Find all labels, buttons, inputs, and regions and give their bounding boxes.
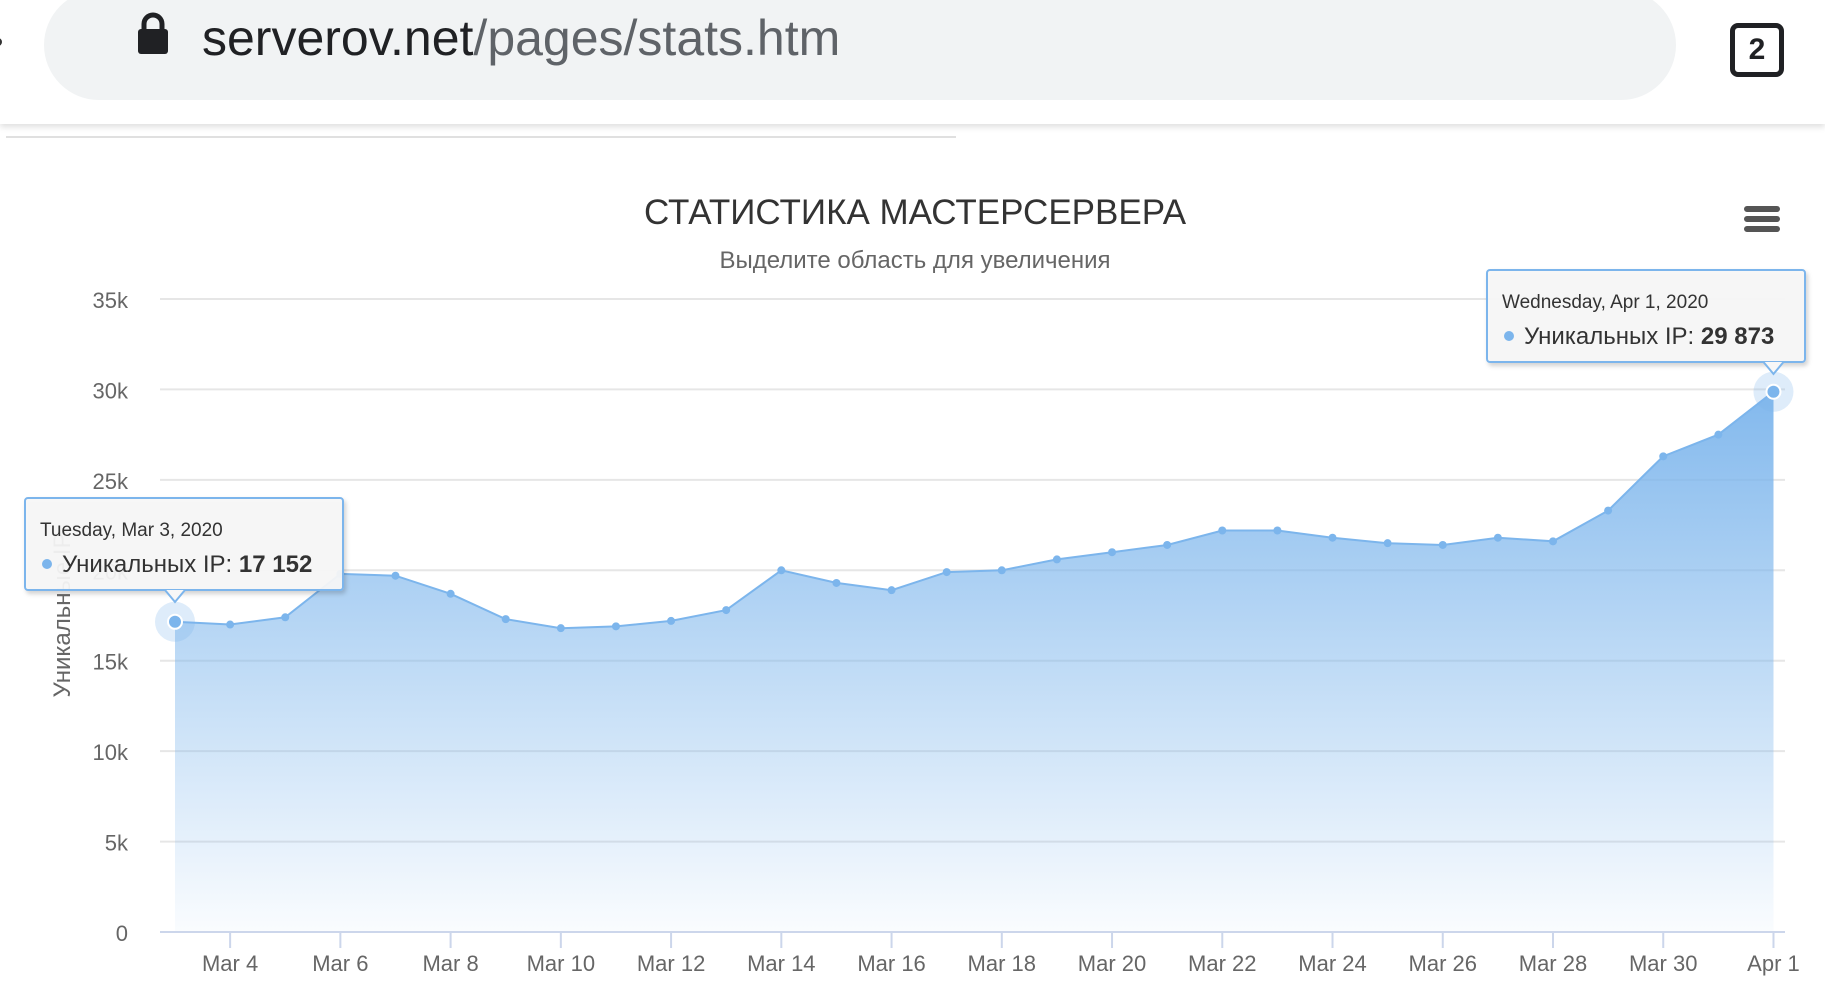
highlight-point[interactable] bbox=[1765, 383, 1782, 400]
data-point[interactable] bbox=[777, 566, 786, 575]
x-tick-label: Mar 28 bbox=[1519, 951, 1587, 976]
data-point[interactable] bbox=[611, 622, 620, 631]
data-point[interactable] bbox=[501, 615, 510, 624]
x-tick-label: Mar 22 bbox=[1188, 951, 1256, 976]
x-tick-label: Mar 12 bbox=[637, 951, 705, 976]
tooltip-pointer bbox=[1762, 361, 1785, 376]
x-tick-label: Apr 1 bbox=[1747, 951, 1800, 976]
data-point[interactable] bbox=[722, 606, 731, 615]
url-domain: serverov.net bbox=[202, 10, 474, 66]
x-tick-label: Mar 14 bbox=[747, 951, 815, 976]
data-point[interactable] bbox=[281, 613, 290, 622]
y-tick-label: 25k bbox=[93, 469, 129, 494]
tooltip-label: Уникальных IP: 29 873 bbox=[1524, 323, 1774, 350]
x-tick-label: Mar 4 bbox=[202, 951, 258, 976]
x-tick-label: Mar 10 bbox=[527, 951, 595, 976]
data-point[interactable] bbox=[1328, 533, 1337, 542]
chart-subtitle: Выделите область для увеличения bbox=[719, 247, 1110, 274]
data-point[interactable] bbox=[1714, 430, 1723, 439]
x-tick-label: Mar 8 bbox=[422, 951, 478, 976]
chart-title: СТАТИСТИКА МАСТЕРСЕРВЕРА bbox=[644, 193, 1187, 232]
lock-icon bbox=[138, 12, 168, 54]
data-point[interactable] bbox=[1163, 540, 1172, 549]
x-tick-label: Mar 16 bbox=[857, 951, 925, 976]
data-point[interactable] bbox=[556, 624, 565, 633]
data-point[interactable] bbox=[1108, 548, 1117, 557]
tooltip-value: 29 873 bbox=[1701, 323, 1774, 350]
data-point[interactable] bbox=[1438, 540, 1447, 549]
hamburger-menu-icon[interactable] bbox=[1744, 206, 1784, 236]
y-tick-label: 10k bbox=[93, 740, 129, 765]
data-point[interactable] bbox=[1273, 526, 1282, 535]
chart[interactable]: СТАТИСТИКА МАСТЕРСЕРВЕРА Выделите област… bbox=[0, 0, 1825, 984]
x-tick-label: Mar 26 bbox=[1409, 951, 1477, 976]
tooltip-date: Wednesday, Apr 1, 2020 bbox=[1502, 292, 1708, 313]
tooltip-value: 17 152 bbox=[239, 551, 312, 578]
tooltip: Tuesday, Mar 3, 2020 Уникальных IP: 17 15… bbox=[24, 497, 344, 604]
y-tick-label: 30k bbox=[93, 378, 129, 403]
x-tick-label: Mar 24 bbox=[1298, 951, 1366, 976]
data-point[interactable] bbox=[1493, 533, 1502, 542]
back-arrow-icon[interactable] bbox=[0, 38, 2, 46]
data-point[interactable] bbox=[1549, 537, 1557, 546]
data-point[interactable] bbox=[667, 616, 676, 625]
tooltip-series-marker bbox=[42, 559, 52, 569]
tooltip: Wednesday, Apr 1, 2020 Уникальных IP: 29 … bbox=[1486, 269, 1806, 376]
x-tick-label: Mar 18 bbox=[968, 951, 1036, 976]
x-tick-label: Mar 30 bbox=[1629, 951, 1697, 976]
url-path: /pages/stats.htm bbox=[473, 10, 841, 66]
tooltip-date: Tuesday, Mar 3, 2020 bbox=[40, 520, 223, 541]
y-tick-label: 0 bbox=[116, 921, 128, 946]
highlight-point[interactable] bbox=[167, 613, 183, 630]
data-point[interactable] bbox=[832, 578, 841, 587]
tooltip-label: Уникальных IP: 17 152 bbox=[62, 551, 312, 578]
series-area bbox=[175, 391, 1774, 932]
data-point[interactable] bbox=[1383, 539, 1392, 548]
data-point[interactable] bbox=[446, 589, 455, 598]
data-point[interactable] bbox=[1052, 555, 1061, 564]
y-tick-label: 15k bbox=[93, 650, 129, 675]
data-point[interactable] bbox=[997, 566, 1006, 575]
x-tick-label: Mar 6 bbox=[312, 951, 368, 976]
y-tick-label: 5k bbox=[105, 831, 129, 856]
data-point[interactable] bbox=[1659, 452, 1668, 461]
x-tick-label: Mar 20 bbox=[1078, 951, 1146, 976]
data-point[interactable] bbox=[887, 586, 896, 595]
tooltip-pointer bbox=[164, 589, 186, 604]
data-point[interactable] bbox=[391, 571, 400, 580]
url-text[interactable]: serverov.net/pages/stats.htm bbox=[202, 8, 840, 68]
tab-switcher-button[interactable]: 2 bbox=[1730, 23, 1784, 77]
data-point[interactable] bbox=[226, 620, 235, 629]
tooltip-series-marker bbox=[1504, 331, 1514, 341]
data-point[interactable] bbox=[942, 568, 951, 577]
address-bar[interactable]: serverov.net/pages/stats.htm bbox=[44, 0, 1676, 100]
y-tick-label: 35k bbox=[93, 288, 129, 313]
data-point[interactable] bbox=[1218, 526, 1227, 535]
browser-toolbar: serverov.net/pages/stats.htm 2 bbox=[0, 0, 1825, 124]
data-point[interactable] bbox=[1604, 506, 1613, 515]
